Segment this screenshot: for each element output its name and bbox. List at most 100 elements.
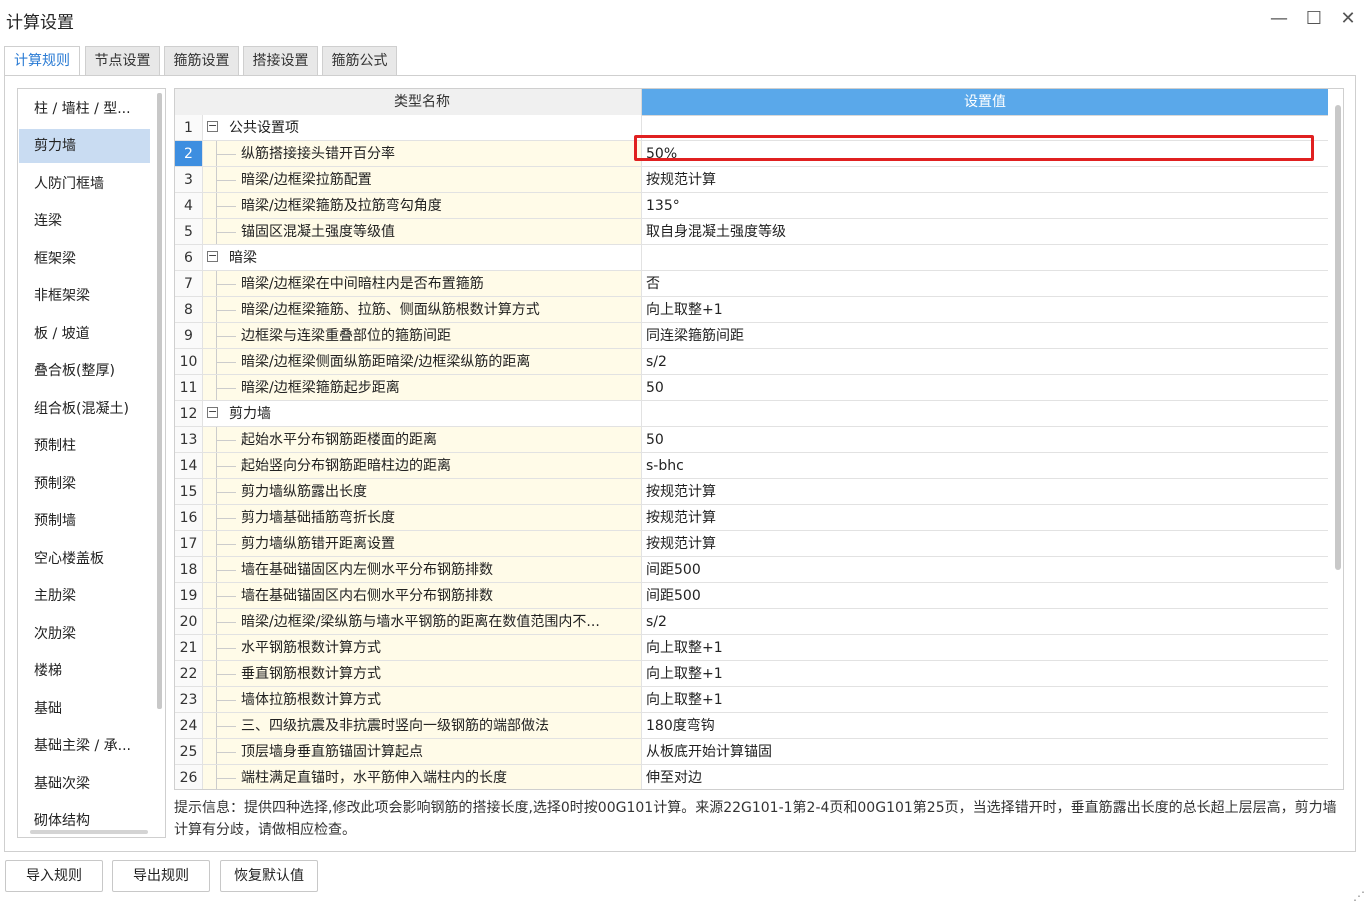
table-row[interactable]: 6 − 暗梁 — [175, 245, 1328, 271]
table-row[interactable]: 16 剪力墙基础插筋弯折长度 按规范计算 — [175, 505, 1328, 531]
setting-value[interactable]: 否 — [642, 271, 1328, 297]
table-row[interactable]: 19 墙在基础锚固区内右侧水平分布钢筋排数 间距500 — [175, 583, 1328, 609]
title-bar: 计算设置 — ☐ ✕ — [0, 0, 1369, 38]
table-row[interactable]: 14 起始竖向分布钢筋距暗柱边的距离 s-bhc — [175, 453, 1328, 479]
tab-lap-settings[interactable]: 搭接设置 — [243, 46, 318, 75]
table-row[interactable]: 22 垂直钢筋根数计算方式 向上取整+1 — [175, 661, 1328, 687]
list-item[interactable]: 基础 — [19, 692, 150, 726]
list-item[interactable]: 主肋梁 — [19, 579, 150, 613]
list-item[interactable]: 框架梁 — [19, 242, 150, 276]
list-item[interactable]: 空心楼盖板 — [19, 542, 150, 576]
table-row[interactable]: 3 暗梁/边框梁拉筋配置 按规范计算 — [175, 167, 1328, 193]
setting-name-cell: 剪力墙基础插筋弯折长度 — [203, 505, 642, 531]
list-item[interactable]: 板 / 坡道 — [19, 317, 150, 351]
list-item[interactable]: 组合板(混凝土) — [19, 392, 150, 426]
setting-value[interactable]: 135° — [642, 193, 1328, 219]
setting-value[interactable]: s/2 — [642, 349, 1328, 375]
table-row[interactable]: 10 暗梁/边框梁侧面纵筋距暗梁/边框梁纵筋的距离 s/2 — [175, 349, 1328, 375]
table-row[interactable]: 12 − 剪力墙 — [175, 401, 1328, 427]
list-item[interactable]: 楼梯 — [19, 654, 150, 688]
list-item[interactable]: 非框架梁 — [19, 279, 150, 313]
setting-value[interactable]: 50 — [642, 427, 1328, 453]
list-item[interactable]: 人防门框墙 — [19, 167, 150, 201]
export-rules-button[interactable]: 导出规则 — [112, 860, 210, 892]
setting-value[interactable]: 向上取整+1 — [642, 635, 1328, 661]
restore-defaults-button[interactable]: 恢复默认值 — [220, 860, 318, 892]
setting-name: 三、四级抗震及非抗震时竖向一级钢筋的端部做法 — [241, 718, 549, 734]
highlight-box — [634, 135, 1314, 161]
table-row[interactable]: 21 水平钢筋根数计算方式 向上取整+1 — [175, 635, 1328, 661]
table-row[interactable]: 13 起始水平分布钢筋距楼面的距离 50 — [175, 427, 1328, 453]
setting-value[interactable]: 间距500 — [642, 557, 1328, 583]
setting-name: 暗梁/边框梁侧面纵筋距暗梁/边框梁纵筋的距离 — [241, 354, 531, 370]
table-row[interactable]: 18 墙在基础锚固区内左侧水平分布钢筋排数 间距500 — [175, 557, 1328, 583]
setting-value[interactable] — [642, 245, 1328, 271]
table-row[interactable]: 9 边框梁与连梁重叠部位的箍筋间距 同连梁箍筋间距 — [175, 323, 1328, 349]
tab-stirrup-formula[interactable]: 箍筋公式 — [322, 46, 397, 75]
setting-name: 起始水平分布钢筋距楼面的距离 — [241, 432, 437, 448]
setting-value[interactable]: 向上取整+1 — [642, 297, 1328, 323]
row-number: 18 — [175, 557, 203, 583]
setting-value[interactable]: 按规范计算 — [642, 479, 1328, 505]
table-row[interactable]: 23 墙体拉筋根数计算方式 向上取整+1 — [175, 687, 1328, 713]
tab-calc-rules[interactable]: 计算规则 — [4, 46, 80, 77]
list-item[interactable]: 预制梁 — [19, 467, 150, 501]
maximize-button[interactable]: ☐ — [1301, 6, 1327, 32]
table-row[interactable]: 8 暗梁/边框梁箍筋、拉筋、侧面纵筋根数计算方式 向上取整+1 — [175, 297, 1328, 323]
list-item-active[interactable]: 剪力墙 — [19, 129, 150, 163]
setting-value[interactable] — [642, 401, 1328, 427]
setting-name-cell: 墙在基础锚固区内右侧水平分布钢筋排数 — [203, 583, 642, 609]
table-row[interactable]: 17 剪力墙纵筋错开距离设置 按规范计算 — [175, 531, 1328, 557]
table-row[interactable]: 24 三、四级抗震及非抗震时竖向一级钢筋的端部做法 180度弯钩 — [175, 713, 1328, 739]
list-item[interactable]: 连梁 — [19, 204, 150, 238]
table-row[interactable]: 4 暗梁/边框梁箍筋及拉筋弯勾角度 135° — [175, 193, 1328, 219]
row-number: 1 — [175, 115, 203, 141]
setting-value[interactable]: 伸至对边 — [642, 765, 1328, 789]
import-rules-button[interactable]: 导入规则 — [5, 860, 103, 892]
setting-value[interactable]: 按规范计算 — [642, 505, 1328, 531]
table-row[interactable]: 15 剪力墙纵筋露出长度 按规范计算 — [175, 479, 1328, 505]
table-row[interactable]: 5 锚固区混凝土强度等级值 取自身混凝土强度等级 — [175, 219, 1328, 245]
setting-value[interactable]: 向上取整+1 — [642, 661, 1328, 687]
setting-value[interactable]: 按规范计算 — [642, 531, 1328, 557]
resize-grip-icon[interactable]: ⋰ — [1353, 889, 1365, 903]
grid-vertical-scrollbar[interactable] — [1335, 105, 1341, 570]
setting-value[interactable]: 向上取整+1 — [642, 687, 1328, 713]
setting-value[interactable]: 从板底开始计算锚固 — [642, 739, 1328, 765]
list-item[interactable]: 柱 / 墙柱 / 型... — [19, 92, 150, 126]
table-row[interactable]: 7 暗梁/边框梁在中间暗柱内是否布置箍筋 否 — [175, 271, 1328, 297]
setting-value[interactable]: 间距500 — [642, 583, 1328, 609]
tab-stirrup-settings[interactable]: 箍筋设置 — [164, 46, 239, 75]
list-item[interactable]: 叠合板(整厚) — [19, 354, 150, 388]
setting-value[interactable]: 取自身混凝土强度等级 — [642, 219, 1328, 245]
setting-value[interactable]: 同连梁箍筋间距 — [642, 323, 1328, 349]
group-name-cell: − 剪力墙 — [203, 401, 642, 427]
setting-value[interactable]: s-bhc — [642, 453, 1328, 479]
minimize-button[interactable]: — — [1266, 6, 1292, 32]
row-number: 24 — [175, 713, 203, 739]
list-item[interactable]: 预制墙 — [19, 504, 150, 538]
setting-value[interactable]: s/2 — [642, 609, 1328, 635]
close-button[interactable]: ✕ — [1335, 6, 1361, 32]
setting-value[interactable]: 按规范计算 — [642, 167, 1328, 193]
list-vertical-scrollbar[interactable] — [157, 93, 162, 709]
table-row[interactable]: 20 暗梁/边框梁/梁纵筋与墙水平钢筋的距离在数值范围内不... s/2 — [175, 609, 1328, 635]
list-item[interactable]: 次肋梁 — [19, 617, 150, 651]
table-row[interactable]: 25 顶层墙身垂直筋锚固计算起点 从板底开始计算锚固 — [175, 739, 1328, 765]
setting-value[interactable]: 180度弯钩 — [642, 713, 1328, 739]
collapse-toggle-icon[interactable]: − — [207, 120, 218, 132]
list-item[interactable]: 预制柱 — [19, 429, 150, 463]
grid-header-type-name: 类型名称 — [203, 89, 642, 116]
collapse-toggle-icon[interactable]: − — [207, 250, 218, 262]
table-row[interactable]: 26 端柱满足直锚时，水平筋伸入端柱内的长度 伸至对边 — [175, 765, 1328, 789]
list-item[interactable]: 基础次梁 — [19, 767, 150, 801]
setting-name: 顶层墙身垂直筋锚固计算起点 — [241, 744, 423, 760]
row-number: 20 — [175, 609, 203, 635]
row-number: 26 — [175, 765, 203, 789]
table-row[interactable]: 11 暗梁/边框梁箍筋起步距离 50 — [175, 375, 1328, 401]
tab-node-settings[interactable]: 节点设置 — [85, 46, 160, 75]
setting-value[interactable]: 50 — [642, 375, 1328, 401]
collapse-toggle-icon[interactable]: − — [207, 406, 218, 418]
list-horizontal-scrollbar[interactable] — [30, 830, 148, 834]
list-item[interactable]: 基础主梁 / 承... — [19, 729, 150, 763]
